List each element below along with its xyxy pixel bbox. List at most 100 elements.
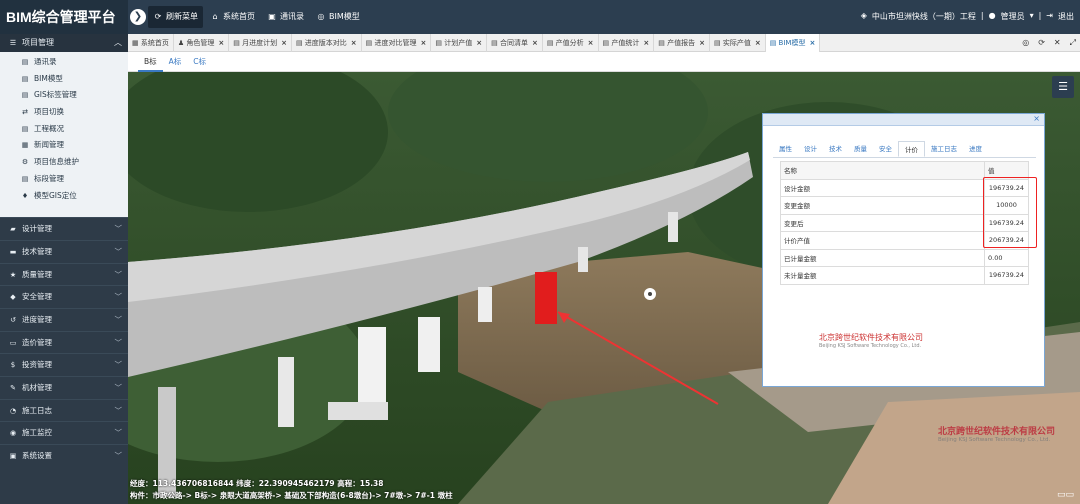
row-value: 0.00 [984, 248, 1029, 267]
caret-down-icon[interactable]: ▾ [1030, 11, 1034, 22]
column-header-name: 名称 [780, 161, 985, 180]
separator: | [1038, 11, 1042, 20]
highlight-box [983, 177, 1037, 248]
sidebar-item-project-info[interactable]: ⚙ 项目信息维护 [0, 154, 128, 171]
sidebar-header-project[interactable]: ☰ 项目管理 ︿ [0, 34, 128, 52]
sidebar-item-sections[interactable]: ▤ 标段管理 [0, 171, 128, 188]
fullscreen-icon[interactable]: ⤢ [1070, 34, 1076, 52]
top-bar: BIM综合管理平台 ❯ ⟳ 刷新菜单 ⌂ 系统首页 ▣ 通讯录 ◎ BIM模型 ◈ 中山… [0, 0, 1080, 34]
home-button[interactable]: ⌂ 系统首页 [205, 6, 260, 28]
sidebar-group-quality[interactable]: ★ 质量管理 ﹀ [0, 262, 128, 286]
sidebar-item-contacts[interactable]: ▤ 通讯录 [0, 54, 128, 71]
sidebar-group-settings[interactable]: ▣ 系统设置 ﹀ [0, 444, 128, 467]
target-icon[interactable]: ◎ [1022, 34, 1029, 52]
sidebar-item-gis-location[interactable]: ♦ 模型GIS定位 [0, 188, 128, 205]
tab-actual-output[interactable]: ▤ 实际产值 × [710, 34, 766, 52]
close-icon[interactable]: × [809, 39, 815, 47]
tab-safety[interactable]: 安全 [873, 141, 898, 157]
refresh-icon[interactable]: ⟳ [1038, 34, 1045, 52]
close-icon[interactable]: × [588, 39, 594, 47]
sidebar-group-investment[interactable]: $ 投资管理 ﹀ [0, 353, 128, 376]
row-name: 设计金额 [780, 178, 985, 197]
refresh-menu-button[interactable]: ⟳ 刷新菜单 [148, 6, 203, 28]
sidebar-group-construction-log[interactable]: ◔ 施工日志 ﹀ [0, 398, 128, 422]
menu-toggle-icon[interactable]: ❯ [130, 9, 146, 25]
sidebar-group-materials[interactable]: ✎ 机材管理 ﹀ [0, 376, 128, 399]
sidebar-group-safety[interactable]: ◆ 安全管理 ﹀ [0, 285, 128, 308]
project-selector[interactable]: 中山市坦洲快线（一期）工程 [872, 11, 976, 22]
vr-icon[interactable]: ▭▭ [1057, 490, 1074, 500]
tab-property[interactable]: 属性 [773, 141, 798, 157]
close-icon[interactable]: × [218, 39, 224, 47]
tab-technology[interactable]: 技术 [823, 141, 848, 157]
tab-output-report[interactable]: ▤ 产值报告 × [654, 34, 710, 52]
logout-button[interactable]: 退出 [1058, 11, 1074, 22]
row-name: 计价产值 [780, 231, 985, 250]
table-row: 已计量金额 0.00 [780, 248, 1029, 267]
shield-icon: ◆ [10, 293, 16, 302]
component-info-panel: × 属性 设计 技术 质量 安全 计价 施工日志 进度 名称值 设计金额 1967… [762, 113, 1045, 387]
contacts-button[interactable]: ▣ 通讯录 [262, 6, 309, 28]
user-menu[interactable]: 管理员 [1001, 11, 1025, 22]
close-icon[interactable]: × [643, 39, 649, 47]
tab-section-a[interactable]: A标 [163, 52, 188, 72]
tab-monthly-plan[interactable]: ▤ 月进度计划 × [229, 34, 292, 52]
close-icon[interactable]: × [281, 39, 287, 47]
tab-progress[interactable]: 进度 [963, 141, 988, 157]
coordinate-readout: 经度：113.436706816844 纬度：22.390945462179 高… [130, 479, 384, 488]
tab-planned-output[interactable]: ▤ 计划产值 × [431, 34, 488, 52]
sidebar-group-monitoring[interactable]: ◉ 施工监控 ﹀ [0, 421, 128, 444]
chevron-down-icon: ﹀ [114, 451, 123, 461]
tab-valuation[interactable]: 计价 [898, 141, 925, 157]
file-icon: ▤ [491, 39, 500, 47]
tab-section-b[interactable]: B标 [138, 52, 163, 72]
tab-bim-model[interactable]: ▤ BIM模型 × [765, 34, 821, 52]
sidebar-item-overview[interactable]: ▤ 工程概况 [0, 121, 128, 138]
tab-section-c[interactable]: C标 [187, 52, 212, 72]
briefcase-icon: ▬ [9, 247, 17, 256]
file-icon: ▤ [546, 39, 556, 47]
chevron-down-icon: ﹀ [114, 383, 123, 392]
car-icon: ▰ [10, 225, 16, 234]
home-icon: ⌂ [212, 12, 218, 21]
selected-pier[interactable] [535, 272, 557, 324]
tab-role-management[interactable]: ♟ 角色管理 × [174, 34, 230, 52]
row-value: 196739.24 [984, 266, 1029, 285]
close-icon[interactable]: × [1033, 114, 1040, 123]
close-icon[interactable]: × [476, 39, 482, 47]
file-icon: ▤ [295, 39, 305, 47]
close-icon[interactable]: × [699, 39, 705, 47]
tab-compare-management[interactable]: ▤ 进度对比管理 × [362, 34, 432, 52]
file-icon: ▤ [21, 174, 29, 183]
sidebar: ☰ 项目管理 ︿ ▤ 通讯录 ▤ BIM模型 ▤ GIS标签管理 ⇄ 项目切换 ▤ 工程概况 … [0, 34, 128, 504]
sidebar-item-gis-tags[interactable]: ▤ GIS标签管理 [0, 87, 128, 104]
tab-design[interactable]: 设计 [798, 141, 823, 157]
wrench-icon: ✎ [10, 384, 16, 392]
layers-menu-icon[interactable]: ☰ [1052, 76, 1074, 98]
sidebar-item-news[interactable]: ▦ 新闻管理 [0, 137, 128, 154]
sidebar-group-design[interactable]: ▰ 设计管理 ﹀ [0, 217, 128, 240]
tab-contract-list[interactable]: ▤ 合同清单 × [487, 34, 543, 52]
contacts-icon: ▣ [268, 12, 276, 21]
tab-home[interactable]: ▦ 系统首页 [128, 34, 174, 52]
sidebar-item-bim-model[interactable]: ▤ BIM模型 [0, 71, 128, 88]
chevron-up-icon[interactable]: ︿ [114, 34, 122, 52]
tab-output-analysis[interactable]: ▤ 产值分析 × [543, 34, 599, 52]
sidebar-group-schedule[interactable]: ↺ 进度管理 ﹀ [0, 307, 128, 331]
sidebar-group-cost[interactable]: ▭ 造价管理 ﹀ [0, 330, 128, 354]
close-icon[interactable]: × [351, 39, 357, 47]
close-icon[interactable]: × [755, 39, 761, 47]
sidebar-group-tech[interactable]: ▬ 技术管理 ﹀ [0, 239, 128, 263]
chevron-down-icon: ﹀ [114, 269, 123, 279]
sidebar-item-project-switch[interactable]: ⇄ 项目切换 [0, 104, 128, 121]
corner-watermark: 北京跨世纪软件技术有限公司 Beijing KSJ Software Techno… [938, 427, 1056, 443]
tab-version-compare[interactable]: ▤ 进度版本对比 × [292, 34, 362, 52]
refresh-icon: ⟳ [154, 12, 162, 21]
close-icon[interactable]: × [421, 39, 427, 47]
tab-construction-log[interactable]: 施工日志 [925, 141, 963, 157]
tab-output-statistics[interactable]: ▤ 产值统计 × [599, 34, 655, 52]
close-all-icon[interactable]: ✕ [1054, 34, 1061, 52]
close-icon[interactable]: × [532, 39, 538, 47]
tab-quality[interactable]: 质量 [848, 141, 873, 157]
bim-model-button[interactable]: ◎ BIM模型 [311, 6, 365, 28]
